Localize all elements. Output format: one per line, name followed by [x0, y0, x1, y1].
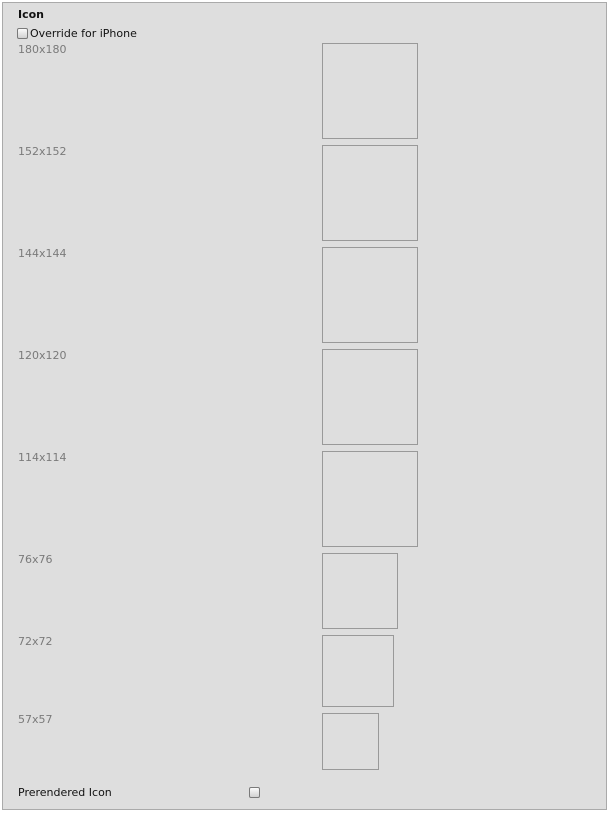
icon-slot-72[interactable] — [322, 635, 394, 707]
icon-settings-panel: Icon Override for iPhone 180x180 152x152… — [2, 2, 607, 810]
icon-size-label-57: 57x57 — [18, 713, 53, 726]
icon-slot-114[interactable] — [322, 451, 418, 547]
icon-size-label-180: 180x180 — [18, 43, 67, 56]
prerendered-icon-label: Prerendered Icon — [18, 786, 112, 799]
icon-slot-120[interactable] — [322, 349, 418, 445]
icon-slot-57[interactable] — [322, 713, 379, 770]
icon-size-label-120: 120x120 — [18, 349, 67, 362]
icon-size-label-76: 76x76 — [18, 553, 53, 566]
icon-slot-180[interactable] — [322, 43, 418, 139]
icon-size-label-152: 152x152 — [18, 145, 67, 158]
override-label: Override for iPhone — [30, 26, 137, 40]
section-title: Icon — [18, 8, 45, 21]
icon-size-label-114: 114x114 — [18, 451, 67, 464]
icon-size-label-72: 72x72 — [18, 635, 53, 648]
icon-slot-144[interactable] — [322, 247, 418, 343]
icon-slot-152[interactable] — [322, 145, 418, 241]
icon-size-label-144: 144x144 — [18, 247, 67, 260]
override-for-iphone-toggle[interactable]: Override for iPhone — [17, 26, 137, 40]
icon-slot-76[interactable] — [322, 553, 398, 629]
prerendered-icon-checkbox[interactable] — [249, 787, 260, 798]
override-checkbox[interactable] — [17, 27, 28, 39]
